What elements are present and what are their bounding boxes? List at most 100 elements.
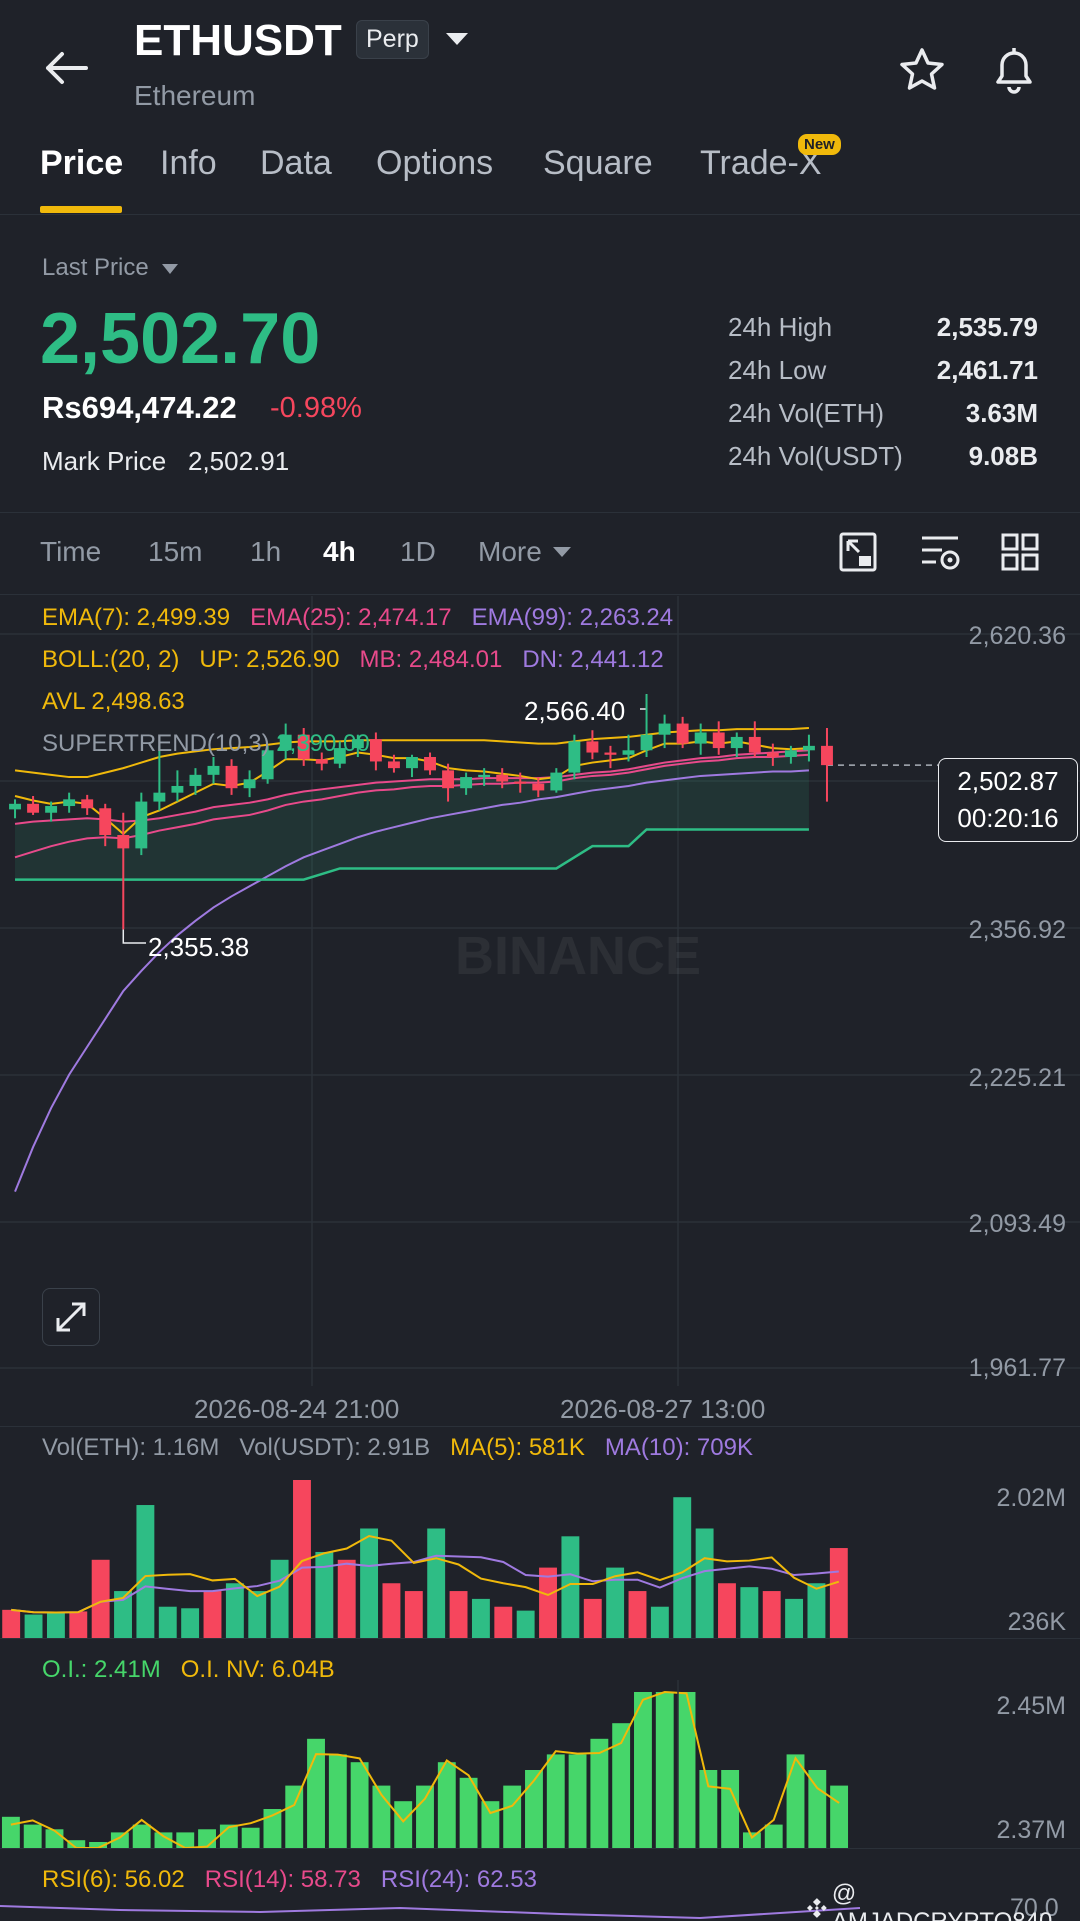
oi-bar — [634, 1692, 652, 1848]
last-price-label[interactable]: Last Price — [42, 254, 179, 282]
candle-body — [766, 752, 779, 757]
low-leader-line — [122, 929, 146, 944]
symbol-title[interactable]: ETHUSDT — [134, 16, 342, 66]
price-axis-label: 2,093.49 — [968, 1210, 1066, 1238]
vol-eth-label: Vol(ETH): 1.16M — [42, 1434, 220, 1461]
rsi24-label: RSI(24): 62.53 — [380, 1866, 537, 1893]
chart-fullscreen-icon[interactable] — [836, 528, 880, 576]
stat-label: 24h High — [728, 312, 833, 342]
candle-body — [63, 799, 76, 807]
volume-bar — [181, 1608, 200, 1638]
stat-24h-vol-usdt: 24h Vol(USDT) 9.08B — [728, 441, 1038, 484]
stat-24h-low: 24h Low 2,461.71 — [728, 355, 1038, 398]
low-annotation: 2,355.38 — [148, 932, 250, 962]
binance-logo-icon — [806, 1898, 827, 1918]
tab-options[interactable]: Options — [376, 144, 493, 183]
volume-bar — [583, 1598, 602, 1638]
volume-bar — [337, 1559, 356, 1638]
oi-bar — [45, 1829, 64, 1848]
volume-axis-bottom: 236K — [1007, 1608, 1066, 1636]
interval-15m[interactable]: 15m — [148, 536, 202, 568]
candle-body — [478, 774, 491, 778]
volume-bar — [158, 1606, 177, 1638]
interval-1h[interactable]: 1h — [250, 536, 281, 568]
oi-bar — [437, 1762, 456, 1848]
open-interest-chart[interactable] — [0, 1680, 1080, 1850]
time-axis-label: 2026-08-24 21:00 — [194, 1394, 400, 1424]
tab-data[interactable]: Data — [260, 144, 332, 183]
volume-bar — [785, 1598, 804, 1638]
candle-body — [784, 750, 797, 757]
oi-bar — [721, 1770, 740, 1848]
candle-body — [568, 741, 581, 773]
layout-grid-icon[interactable] — [998, 528, 1042, 576]
tab-price[interactable]: Price — [40, 144, 123, 183]
candle-body — [189, 774, 202, 786]
volume-bar — [248, 1591, 267, 1638]
price-axis-label: 2,225.21 — [968, 1064, 1066, 1092]
candle-body — [424, 756, 436, 771]
volume-bar — [270, 1559, 289, 1638]
footer-watermark: @ AMJADCRYPTO840 — [806, 1880, 1080, 1921]
mark-price-value: 2,502.91 — [188, 446, 290, 476]
stat-value: 9.08B — [968, 441, 1038, 471]
volume-divider — [0, 1638, 1080, 1639]
boll-dn-label: DN: 2,441.12 — [522, 646, 664, 673]
expand-chart-icon[interactable] — [42, 1288, 100, 1346]
volume-bar — [360, 1528, 379, 1638]
volume-bar — [69, 1611, 88, 1638]
high-annotation: 2,566.40 — [524, 696, 626, 726]
volume-bar — [427, 1528, 446, 1638]
indicator-settings-icon[interactable] — [916, 528, 964, 576]
price-axis-label: 2,620.36 — [968, 622, 1066, 650]
candle-body — [243, 779, 256, 789]
oi-bar — [198, 1829, 216, 1848]
price-alert-bell-icon[interactable] — [986, 40, 1042, 100]
volume-bar — [24, 1614, 43, 1638]
stat-label: 24h Vol(USDT) — [728, 441, 903, 471]
volume-bar — [650, 1606, 669, 1638]
candle-body — [369, 739, 382, 762]
price-change-percent: -0.98% — [270, 392, 362, 424]
price-axis-label: 2,356.92 — [968, 916, 1066, 944]
volume-bar — [516, 1610, 535, 1638]
interval-time[interactable]: Time — [40, 536, 101, 568]
candle-body — [604, 752, 617, 755]
candle-body — [514, 781, 527, 784]
rsi14-label: RSI(14): 58.73 — [204, 1866, 361, 1893]
oi-bar — [677, 1692, 696, 1848]
oi-bar — [1, 1816, 20, 1848]
candle-body — [748, 736, 761, 753]
candle-body — [658, 723, 671, 735]
toolbar-divider — [0, 594, 1080, 595]
boll-label: BOLL:(20, 2) — [42, 646, 180, 673]
tab-info[interactable]: Info — [160, 144, 217, 183]
ema7-label: EMA(7): 2,499.39 — [42, 604, 231, 631]
volume-legend-row: Vol(ETH): 1.16M Vol(USDT): 2.91B MA(5): … — [42, 1434, 753, 1462]
volume-chart[interactable] — [0, 1470, 1080, 1640]
candle-body — [622, 750, 635, 755]
favorite-star-icon[interactable] — [894, 42, 950, 98]
supertrend-legend: SUPERTREND(10,3) 2,390.00 — [42, 730, 370, 758]
interval-more[interactable]: More — [478, 536, 572, 568]
volume-ma5-line — [11, 1534, 840, 1614]
symbol-dropdown-icon[interactable] — [440, 26, 474, 52]
boll-legend-row: BOLL:(20, 2) UP: 2,526.90 MB: 2,484.01 D… — [42, 646, 664, 674]
candle-body — [586, 741, 599, 753]
candle-body — [694, 732, 707, 744]
current-price-tag-countdown: 00:20:16 — [957, 803, 1059, 833]
candle-body — [550, 772, 563, 791]
main-chart-bottom-divider — [0, 1426, 1080, 1427]
oi-bar — [808, 1770, 827, 1848]
stat-label: 24h Low — [728, 355, 827, 385]
back-arrow-icon[interactable] — [36, 44, 96, 92]
stat-value: 3.63M — [965, 398, 1038, 428]
candle-body — [9, 803, 21, 810]
tab-square[interactable]: Square — [543, 144, 653, 183]
interval-4h[interactable]: 4h — [323, 536, 356, 568]
volume-bar — [740, 1587, 759, 1638]
oi-bar — [394, 1801, 413, 1848]
candle-body — [153, 792, 166, 802]
oi-axis-top: 2.45M — [996, 1692, 1066, 1720]
interval-1d[interactable]: 1D — [400, 536, 436, 568]
